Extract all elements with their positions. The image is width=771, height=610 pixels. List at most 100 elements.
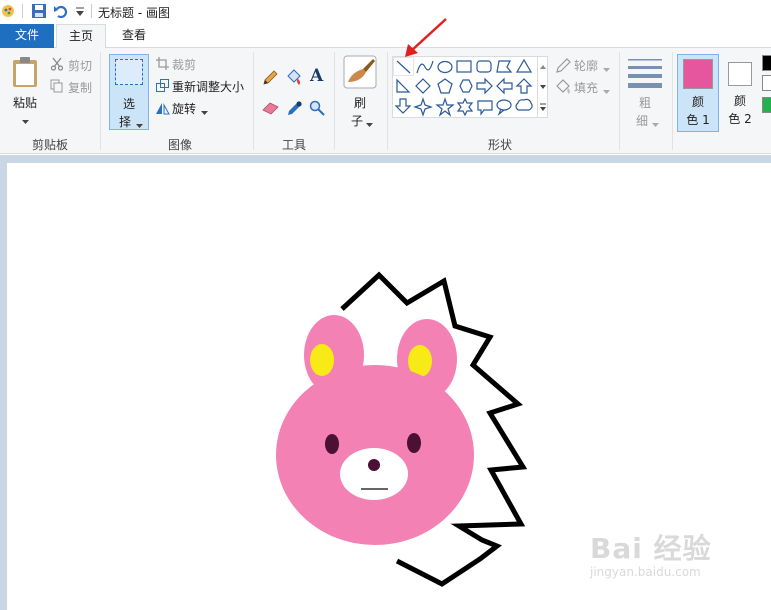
- line-width-icon: [628, 58, 662, 91]
- color2-button[interactable]: 颜 色 2: [722, 54, 762, 132]
- shapes-gallery: [392, 56, 548, 118]
- text-tool-icon[interactable]: A: [310, 66, 323, 86]
- shapes-expand-button[interactable]: [537, 97, 547, 118]
- six-point-star-shape-icon: [456, 97, 474, 117]
- color1-swatch: [683, 59, 713, 89]
- ribbon-tabs: 文件 主页 查看: [0, 24, 771, 49]
- shape-selected-highlight[interactable]: [393, 57, 414, 76]
- color1-label-bottom: 色 1: [686, 113, 710, 127]
- four-point-star-shape-icon: [413, 97, 433, 117]
- up-arrow-shape-icon: [515, 78, 533, 94]
- cloud-callout-shape-icon: [515, 98, 533, 111]
- brushes-button[interactable]: 刷 子: [340, 54, 380, 132]
- group-separator: [100, 52, 101, 150]
- crop-icon: [156, 57, 169, 73]
- right-arrow-shape-icon: [476, 77, 493, 95]
- color2-label-bottom: 色 2: [728, 112, 752, 126]
- window-title: 无标题 - 画图: [98, 6, 170, 20]
- save-icon[interactable]: [31, 3, 47, 22]
- palette-swatch-black[interactable]: [762, 55, 771, 71]
- group-separator: [253, 52, 254, 150]
- outline-button[interactable]: 轮廓: [574, 57, 598, 74]
- tab-view[interactable]: 查看: [110, 24, 158, 48]
- shapes-group-label: 形状: [487, 138, 512, 152]
- rectangle-shape-icon: [456, 60, 472, 73]
- eraser-icon[interactable]: [262, 101, 279, 118]
- paint-app-icon[interactable]: [0, 3, 16, 22]
- rotate-button[interactable]: 旋转: [172, 100, 196, 117]
- curve-shape-icon: [416, 60, 434, 74]
- shapes-scroll-up-button[interactable]: [537, 57, 547, 77]
- rotate-icon: [155, 101, 170, 118]
- canvas-background-top: [0, 155, 771, 163]
- right-triangle-shape-icon: [396, 78, 411, 93]
- undo-icon[interactable]: [53, 3, 69, 22]
- color2-label-top: 颜: [733, 94, 746, 108]
- pencil-icon[interactable]: [262, 70, 278, 89]
- toolbar-divider: [91, 4, 92, 18]
- tab-file[interactable]: 文件: [0, 24, 54, 48]
- ribbon: 粘贴 剪切 复制 剪贴板 选 择 裁剪 重新调整大小 旋转 图像 A 工具 刷 …: [0, 48, 771, 154]
- crop-button[interactable]: 裁剪: [172, 56, 196, 73]
- brushes-dropdown-icon: [366, 117, 373, 131]
- image-group-label: 图像: [167, 138, 192, 152]
- resize-icon: [156, 79, 169, 95]
- magnifier-icon[interactable]: [309, 100, 325, 119]
- paste-button[interactable]: 粘贴: [6, 54, 44, 132]
- polygon-shape-icon: [496, 60, 513, 73]
- fill-icon: [555, 79, 572, 98]
- tools-group-label: 工具: [281, 138, 306, 152]
- paste-dropdown-icon: [22, 114, 29, 128]
- select-dropdown-icon: [136, 118, 143, 132]
- brush-icon: [343, 55, 377, 92]
- title-bar: 无标题 - 画图: [0, 0, 771, 24]
- palette-swatch-white[interactable]: [762, 75, 771, 91]
- color1-button[interactable]: 颜 色 1: [677, 54, 719, 132]
- color1-label-top: 颜: [691, 95, 704, 109]
- paste-label: 粘贴: [12, 96, 37, 110]
- color2-swatch: [728, 62, 752, 86]
- color-picker-icon[interactable]: [287, 101, 302, 119]
- shapes-scroll-down-button[interactable]: [537, 77, 547, 97]
- group-separator: [619, 52, 620, 150]
- cut-button[interactable]: 剪切: [68, 57, 92, 74]
- group-separator: [672, 52, 673, 150]
- oval-shape-icon: [437, 60, 453, 74]
- select-button[interactable]: 选 择: [109, 54, 149, 130]
- size-button[interactable]: 粗 细: [624, 54, 666, 132]
- resize-button[interactable]: 重新调整大小: [172, 78, 244, 95]
- rounded-callout-shape-icon: [477, 100, 493, 116]
- select-label-top: 选: [122, 97, 135, 111]
- toolbar-divider: [22, 4, 23, 18]
- tab-home[interactable]: 主页: [56, 24, 106, 49]
- hexagon-shape-icon: [459, 79, 473, 93]
- rotate-dropdown-icon: [201, 105, 208, 119]
- rounded-rectangle-shape-icon: [476, 60, 492, 73]
- copy-icon: [50, 79, 64, 96]
- palette-swatch-green[interactable]: [762, 97, 771, 113]
- brushes-label-top: 刷: [353, 96, 366, 110]
- outline-dropdown-icon: [603, 62, 610, 76]
- fill-button[interactable]: 填充: [574, 79, 598, 96]
- triangle-shape-icon: [515, 58, 533, 73]
- size-dropdown-icon: [652, 117, 659, 131]
- copy-button[interactable]: 复制: [68, 79, 92, 96]
- canvas-background-left: [0, 155, 7, 610]
- watermark-url: jingyan.baidu.com: [590, 565, 701, 579]
- cut-icon: [50, 57, 64, 74]
- left-arrow-shape-icon: [496, 77, 513, 95]
- diamond-shape-icon: [415, 78, 431, 94]
- fill-bucket-icon[interactable]: [285, 69, 303, 89]
- drawn-pink-bear: [276, 315, 474, 545]
- clipboard-icon: [11, 56, 39, 91]
- clipboard-group-label: 剪贴板: [31, 138, 68, 152]
- select-rectangle-icon: [115, 59, 143, 85]
- group-separator: [387, 52, 388, 150]
- baidu-watermark: Bai 经验 jingyan.baidu.com: [590, 527, 712, 579]
- customize-toolbar-chevron-icon[interactable]: [75, 6, 85, 21]
- fill-dropdown-icon: [603, 84, 610, 98]
- five-point-star-shape-icon: [435, 97, 455, 117]
- size-label-top: 粗: [638, 96, 651, 110]
- outline-icon: [555, 58, 571, 77]
- pentagon-shape-icon: [437, 78, 453, 94]
